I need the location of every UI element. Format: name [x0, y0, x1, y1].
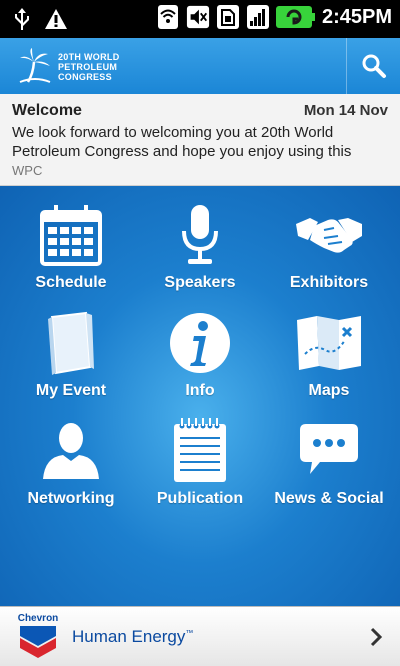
book-icon [48, 311, 94, 375]
tile-news-social[interactable]: News & Social [262, 416, 396, 524]
tile-maps[interactable]: Maps [262, 308, 396, 416]
search-icon [362, 54, 386, 78]
tile-label: Maps [308, 382, 350, 399]
welcome-source: WPC [12, 163, 43, 178]
chat-bubble-icon [300, 424, 358, 474]
tile-publication[interactable]: Publication [133, 416, 267, 524]
clock: 2:45PM [321, 5, 392, 28]
welcome-title: Welcome [12, 102, 82, 119]
logo-text: 20TH WORLD PETROLEUM CONGRESS [58, 52, 120, 82]
battery-icon [275, 6, 315, 28]
sim-icon [216, 4, 240, 30]
map-icon [297, 316, 361, 370]
tile-label: Publication [156, 490, 244, 507]
sponsor-banner[interactable]: Chevron Human Energy™ [0, 606, 400, 666]
welcome-message[interactable]: Welcome Mon 14 Nov We look forward to we… [0, 94, 400, 186]
app-header: 20TH WORLD PETROLEUM CONGRESS [0, 38, 400, 94]
tile-label: Exhibitors [289, 274, 369, 291]
welcome-body: We look forward to welcoming you at 20th… [12, 124, 352, 160]
status-bar: 2:45PM [0, 0, 400, 38]
chevron-emblem-icon [20, 626, 56, 658]
person-icon [43, 423, 99, 479]
wifi-icon [156, 4, 180, 30]
tile-label: Speakers [164, 274, 236, 291]
chevron-logo: Chevron [12, 613, 64, 663]
wpc-logo[interactable]: 20TH WORLD PETROLEUM CONGRESS [18, 48, 120, 86]
tile-label: Info [185, 382, 215, 399]
tile-speakers[interactable]: Speakers [133, 200, 267, 308]
info-icon [170, 313, 230, 373]
tile-label: My Event [35, 382, 107, 399]
tile-networking[interactable]: Networking [4, 416, 138, 524]
mute-icon [186, 4, 210, 30]
microphone-icon [182, 205, 218, 264]
usb-icon [10, 6, 34, 32]
tile-label: News & Social [274, 490, 384, 507]
palm-tree-icon [19, 48, 51, 83]
brand-name: Chevron [17, 613, 59, 624]
signal-icon [246, 4, 270, 30]
tile-schedule[interactable]: Schedule [4, 200, 138, 308]
banner-tagline: Human Energy™ [72, 627, 194, 646]
dashboard-grid: Schedule Speakers Exhibitors My Event In… [0, 186, 400, 606]
calendar-icon [40, 205, 102, 266]
tile-exhibitors[interactable]: Exhibitors [262, 200, 396, 308]
tile-my-event[interactable]: My Event [4, 308, 138, 416]
notepad-icon [174, 418, 226, 482]
warning-icon [44, 6, 68, 32]
search-button[interactable] [346, 38, 400, 94]
welcome-date: Mon 14 Nov [303, 102, 388, 119]
handshake-icon [296, 218, 362, 253]
tile-info[interactable]: Info [133, 308, 267, 416]
tile-label: Schedule [35, 274, 107, 291]
tile-label: Networking [27, 490, 115, 507]
chevron-right-icon[interactable] [366, 625, 386, 649]
